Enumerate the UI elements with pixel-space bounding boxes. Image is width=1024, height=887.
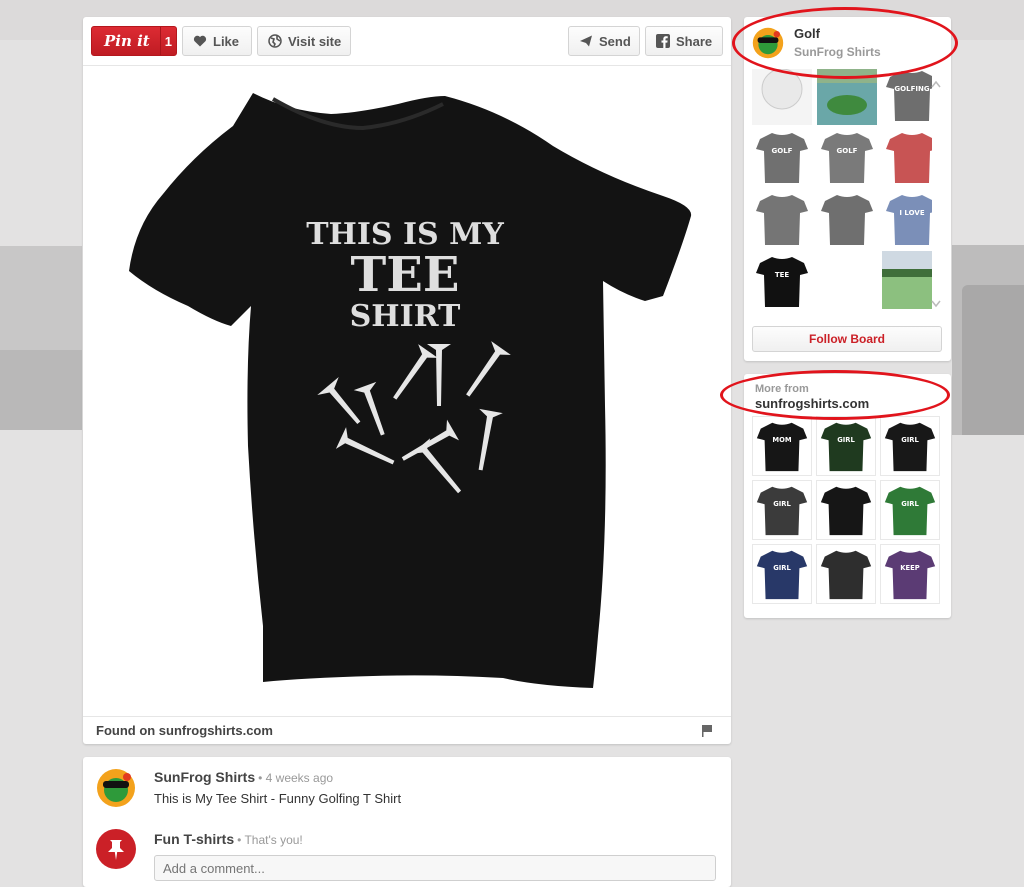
comment-author: SunFrog Shirts • 4 weeks ago <box>154 769 333 785</box>
svg-text:MOM: MOM <box>772 436 791 444</box>
more-from-label: More from <box>755 383 809 395</box>
board-card: Golf SunFrog Shirts GOLFING GOLF GOLF I LOV… <box>744 17 951 361</box>
board-thumbnail[interactable] <box>817 69 877 125</box>
pin-it-button[interactable]: Pin it 1 <box>91 26 177 56</box>
more-from-thumbnails: MOM GIRL GIRL GIRL GIRL GIRL KEEP <box>752 416 942 611</box>
like-button[interactable]: Like <box>182 26 252 56</box>
background-pin-right <box>952 245 1024 495</box>
more-from-thumbnail[interactable]: GIRL <box>880 480 940 540</box>
more-from-thumbnail[interactable]: GIRL <box>880 416 940 476</box>
flag-icon[interactable] <box>701 725 713 737</box>
viewer-name: Fun T-shirts <box>154 831 235 847</box>
board-scrollbar[interactable] <box>929 79 943 309</box>
background-image <box>962 285 1024 435</box>
background-image <box>0 350 82 430</box>
svg-text:GOLF: GOLF <box>772 147 793 155</box>
board-thumbnail[interactable] <box>752 69 812 125</box>
pin-it-label: Pin it <box>92 27 161 55</box>
globe-icon <box>268 34 282 48</box>
svg-text:TEE: TEE <box>775 271 790 279</box>
facebook-icon <box>656 34 670 48</box>
more-from-thumbnail[interactable]: MOM <box>752 416 812 476</box>
board-thumbnail[interactable] <box>882 251 932 309</box>
found-on-link[interactable]: Found on sunfrogshirts.com <box>96 723 273 738</box>
pin-count: 1 <box>164 33 172 49</box>
pushpin-icon <box>108 840 124 860</box>
svg-text:GIRL: GIRL <box>837 436 855 444</box>
tshirt-image: THIS IS MY TEE SHIRT <box>129 93 692 688</box>
more-from-thumbnail[interactable] <box>816 480 876 540</box>
heart-icon <box>193 35 207 47</box>
found-on-bar: Found on sunfrogshirts.com <box>83 716 731 744</box>
send-icon <box>580 35 592 47</box>
send-label: Send <box>599 33 631 49</box>
board-thumbnail[interactable] <box>882 127 932 187</box>
board-title[interactable]: Golf <box>794 26 820 41</box>
comments-card: SunFrog Shirts • 4 weeks ago This is My T… <box>83 757 731 887</box>
svg-text:GIRL: GIRL <box>901 436 919 444</box>
viewer-avatar <box>96 829 136 869</box>
follow-board-button[interactable]: Follow Board <box>752 326 942 352</box>
more-from-card: More from sunfrogshirts.com MOM GIRL GIRL G… <box>744 374 951 618</box>
more-from-domain[interactable]: sunfrogshirts.com <box>755 396 869 411</box>
more-from-thumbnail[interactable] <box>816 544 876 604</box>
author-name[interactable]: SunFrog Shirts <box>154 769 255 785</box>
board-thumbnail <box>817 251 877 309</box>
author-time: • 4 weeks ago <box>258 771 334 785</box>
svg-text:I LOVE: I LOVE <box>899 209 924 217</box>
tshirt-body <box>129 93 692 688</box>
pin-toolbar: Pin it 1 Like Visit site Send Share <box>83 17 731 66</box>
svg-text:GOLF: GOLF <box>837 147 858 155</box>
pin-card: Pin it 1 Like Visit site Send Share THIS… <box>83 17 731 744</box>
more-from-thumbnail[interactable]: GIRL <box>752 544 812 604</box>
visit-site-button[interactable]: Visit site <box>257 26 351 56</box>
scroll-down-icon <box>931 300 941 308</box>
board-thumbnail[interactable]: GOLF <box>817 127 877 187</box>
shirt-text-line3: SHIRT <box>350 299 461 334</box>
board-thumbnail[interactable] <box>752 189 812 249</box>
board-thumbnail[interactable]: GOLFING <box>882 69 932 125</box>
viewer-name-line: Fun T-shirts • That's you! <box>154 831 303 847</box>
like-label: Like <box>213 33 240 49</box>
send-button[interactable]: Send <box>568 26 640 56</box>
svg-text:GIRL: GIRL <box>773 564 791 572</box>
share-button[interactable]: Share <box>645 26 723 56</box>
more-from-thumbnail[interactable]: KEEP <box>880 544 940 604</box>
board-thumbnail[interactable]: GOLF <box>752 127 812 187</box>
svg-text:GOLFING: GOLFING <box>894 85 929 93</box>
visit-site-label: Visit site <box>288 33 342 49</box>
svg-text:GIRL: GIRL <box>773 500 791 508</box>
comment-input[interactable] <box>154 855 716 881</box>
svg-text:GIRL: GIRL <box>901 500 919 508</box>
sunfrog-avatar[interactable] <box>96 768 136 808</box>
background-pin-left <box>0 240 82 640</box>
more-from-thumbnail[interactable]: GIRL <box>752 480 812 540</box>
shirt-text-line2: TEE <box>351 247 460 303</box>
board-avatar[interactable] <box>752 27 784 59</box>
scroll-up-icon <box>931 80 941 88</box>
pin-description: This is My Tee Shirt - Funny Golfing T S… <box>154 791 402 806</box>
board-thumbnail[interactable]: TEE <box>752 251 812 309</box>
frog-logo-icon <box>97 769 135 807</box>
board-thumbnails: GOLFING GOLF GOLF I LOVE TEE <box>752 69 932 309</box>
board-thumbnail[interactable] <box>817 189 877 249</box>
svg-text:KEEP: KEEP <box>900 564 919 572</box>
more-from-thumbnail[interactable]: GIRL <box>816 416 876 476</box>
pin-image[interactable]: THIS IS MY TEE SHIRT <box>83 66 731 716</box>
board-thumbnail[interactable]: I LOVE <box>882 189 932 249</box>
frog-logo-icon <box>752 27 784 59</box>
board-owner[interactable]: SunFrog Shirts <box>794 45 881 59</box>
viewer-note: • That's you! <box>237 833 303 847</box>
share-label: Share <box>676 33 713 49</box>
